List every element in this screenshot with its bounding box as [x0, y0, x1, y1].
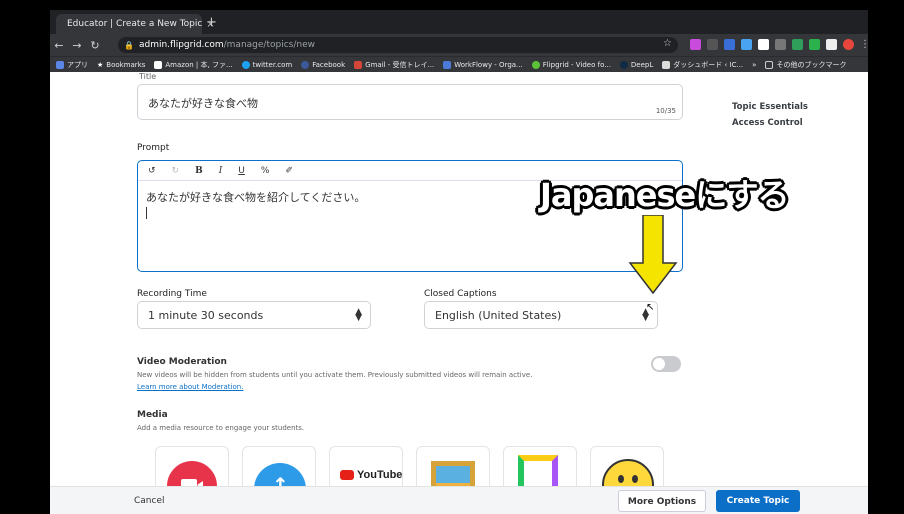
- youtube-play-icon: [340, 470, 354, 480]
- profile-avatar[interactable]: [843, 39, 854, 50]
- url-path: /manage/topics/new: [223, 40, 315, 50]
- twitter-icon: [241, 60, 250, 69]
- media-label: Media: [137, 410, 168, 420]
- extension-icon[interactable]: [826, 39, 837, 50]
- media-description: Add a media resource to engage your stud…: [137, 424, 305, 432]
- recording-time-value: 1 minute 30 seconds: [148, 309, 264, 322]
- redo-icon[interactable]: ↻: [172, 166, 180, 176]
- menu-dots-icon[interactable]: ⋮: [860, 39, 868, 50]
- extension-icon[interactable]: [741, 39, 752, 50]
- footer-bar: Cancel More Options Create Topic: [50, 486, 868, 514]
- workflowy-icon: [443, 60, 452, 69]
- lock-icon: 🔒: [124, 40, 134, 50]
- bookmark-item[interactable]: ダッシュボード ‹ IC...: [662, 60, 743, 70]
- facebook-icon: [301, 60, 310, 69]
- link-icon[interactable]: %: [261, 166, 270, 176]
- amazon-icon: [154, 60, 163, 69]
- tab-title: Educator | Create a New Topic: [67, 19, 203, 29]
- closed-captions-label: Closed Captions: [424, 289, 497, 299]
- bold-button[interactable]: B: [195, 166, 203, 176]
- cancel-button[interactable]: Cancel: [134, 490, 165, 512]
- youtube-logo: YouTube: [340, 469, 402, 481]
- extension-icons: ⋮: [690, 39, 868, 50]
- title-value: あなたが好きな食べ物: [148, 97, 258, 110]
- title-counter: 10/35: [655, 107, 676, 115]
- moderation-learn-more-link[interactable]: Learn more about Moderation.: [137, 383, 243, 391]
- italic-button[interactable]: I: [219, 166, 223, 176]
- extension-icon[interactable]: [792, 39, 803, 50]
- back-arrow-icon[interactable]: ←: [50, 39, 68, 52]
- gmail-icon: [354, 60, 363, 69]
- browser-tab[interactable]: Educator | Create a New Topic ×: [56, 14, 215, 34]
- forward-arrow-icon[interactable]: →: [68, 39, 86, 52]
- address-bar[interactable]: 🔒 admin.flipgrid.com /manage/topics/new …: [118, 37, 678, 53]
- bookmark-star-icon[interactable]: ☆: [663, 38, 672, 49]
- browser-nav-bar: ← → ↻ 🔒 admin.flipgrid.com /manage/topic…: [50, 34, 868, 56]
- url-host: admin.flipgrid.com: [138, 40, 224, 50]
- extension-icon[interactable]: [724, 39, 735, 50]
- dashboard-icon: [662, 60, 671, 69]
- screen: Educator | Create a New Topic × + ← → ↻ …: [50, 10, 868, 514]
- annotation-text: Japaneseにする: [540, 176, 790, 214]
- bookmark-item[interactable]: ★ Bookmarks: [97, 61, 145, 69]
- title-input[interactable]: あなたが好きな食べ物 10/35: [137, 84, 683, 120]
- browser-tab-bar: Educator | Create a New Topic × +: [50, 10, 868, 34]
- down-arrow-annotation-icon: [628, 215, 678, 295]
- toggle-knob: [653, 358, 665, 370]
- flipgrid-icon: [531, 60, 540, 69]
- underline-button[interactable]: U: [238, 166, 245, 176]
- extension-icon[interactable]: [707, 39, 718, 50]
- moderation-label: Video Moderation: [137, 357, 227, 367]
- moderation-toggle[interactable]: [651, 356, 681, 372]
- bookmarks-overflow[interactable]: »: [752, 61, 756, 69]
- youtube-text: YouTube: [357, 469, 403, 481]
- folder-icon: [765, 60, 774, 69]
- mouse-cursor-icon: ↖: [646, 302, 655, 313]
- undo-icon[interactable]: ↺: [148, 166, 156, 176]
- moderation-description: New videos will be hidden from students …: [137, 371, 533, 379]
- extension-icon[interactable]: [809, 39, 820, 50]
- create-topic-button[interactable]: Create Topic: [716, 490, 800, 512]
- apps-grid-icon: [56, 60, 64, 69]
- bookmark-item[interactable]: Gmail - 受信トレイ...: [354, 60, 434, 70]
- sidebar-item-topic-essentials[interactable]: Topic Essentials: [732, 102, 808, 112]
- extension-icon[interactable]: [775, 39, 786, 50]
- extension-icon[interactable]: [690, 39, 701, 50]
- more-options-button[interactable]: More Options: [618, 490, 706, 512]
- clear-format-icon[interactable]: ✐: [285, 166, 293, 176]
- other-bookmarks[interactable]: その他のブックマーク: [765, 60, 846, 70]
- recording-time-select[interactable]: 1 minute 30 seconds ▲ ▼: [137, 301, 371, 329]
- reload-icon[interactable]: ↻: [86, 39, 104, 52]
- page-content: Title あなたが好きな食べ物 10/35 Topic Essentials …: [50, 72, 868, 514]
- sidebar-item-access-control[interactable]: Access Control: [732, 118, 803, 128]
- extension-icon[interactable]: [758, 39, 769, 50]
- bookmark-item[interactable]: Facebook: [301, 60, 345, 69]
- closed-captions-value: English (United States): [435, 309, 562, 322]
- closed-captions-select[interactable]: English (United States) ▲ ▼: [424, 301, 658, 329]
- prompt-label: Prompt: [137, 143, 170, 153]
- star-icon: ★: [97, 60, 104, 69]
- select-arrows-icon: ▲ ▼: [355, 307, 362, 323]
- deepl-icon: [619, 60, 628, 69]
- title-label: Title: [139, 72, 157, 81]
- bookmark-item[interactable]: WorkFlowy - Orga...: [443, 60, 523, 69]
- bookmark-item[interactable]: アプリ: [56, 60, 88, 70]
- bookmarks-bar: アプリ ★ Bookmarks Amazon | 本, ファ... twitter…: [50, 56, 868, 72]
- new-tab-button[interactable]: +: [206, 15, 217, 30]
- bookmark-item[interactable]: Amazon | 本, ファ...: [154, 60, 233, 70]
- text-caret: [146, 207, 147, 219]
- bookmark-item[interactable]: twitter.com: [241, 60, 292, 69]
- prompt-text: あなたが好きな食べ物を紹介してください。: [146, 191, 366, 204]
- bookmark-item[interactable]: Flipgrid - Video fo...: [531, 60, 611, 69]
- recording-time-label: Recording Time: [137, 289, 207, 299]
- bookmark-item[interactable]: DeepL: [619, 60, 653, 69]
